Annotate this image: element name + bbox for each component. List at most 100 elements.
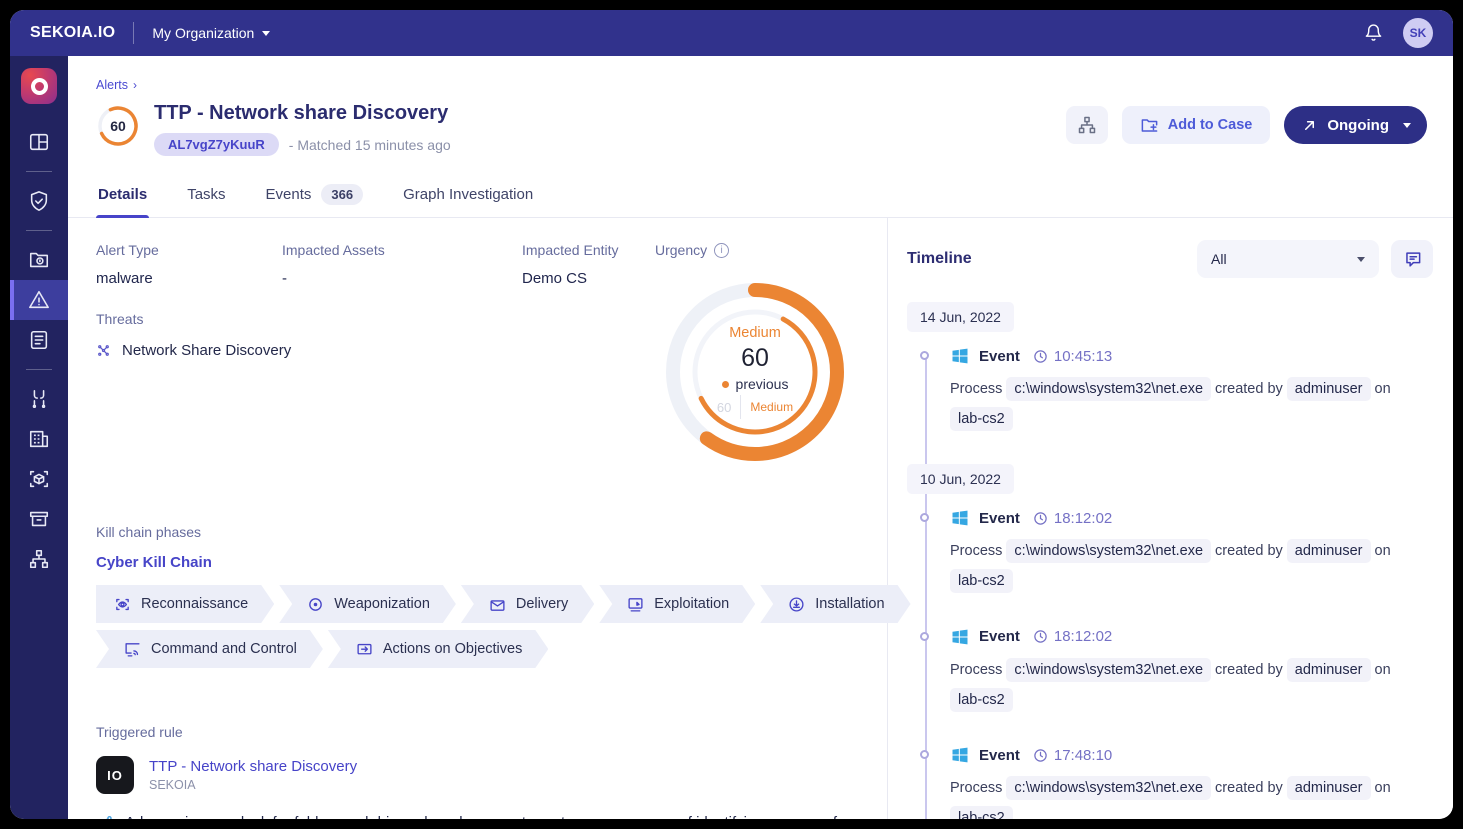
user-chip[interactable]: adminuser (1287, 539, 1371, 563)
clock-icon (1033, 349, 1048, 364)
urgency-previous-level: Medium (750, 400, 793, 414)
timeline-title: Timeline (907, 250, 972, 268)
sidebar-item-intelligence[interactable] (10, 240, 68, 280)
killchain-name-link[interactable]: Cyber Kill Chain (96, 554, 867, 571)
sidebar-item-intakes[interactable] (10, 379, 68, 419)
timeline-body: 14 Jun, 2022 Event 10:4 (898, 302, 1433, 819)
threat-list-item[interactable]: Network Share Discovery (96, 342, 655, 359)
killchain-phase-actions-on-objectives[interactable]: Actions on Objectives (328, 630, 548, 668)
triggered-rule-section: Triggered rule IO TTP - Network share Di… (96, 724, 867, 819)
exploitation-monitor-icon (627, 596, 644, 613)
timeline-event[interactable]: Event 10:45:13 Process c:\windows\s (907, 346, 1433, 434)
process-path-chip[interactable]: c:\windows\system32\net.exe (1006, 377, 1211, 401)
comments-button[interactable] (1391, 240, 1433, 278)
sidebar-item-alerts[interactable] (10, 280, 68, 320)
user-chip[interactable]: adminuser (1287, 377, 1371, 401)
tab-events[interactable]: Events 366 (264, 176, 366, 217)
impacted-entity-label: Impacted Entity (522, 242, 655, 258)
process-path-chip[interactable]: c:\windows\system32\net.exe (1006, 658, 1211, 682)
comment-icon (1403, 250, 1422, 269)
archive-box-icon (28, 508, 50, 530)
process-path-chip[interactable]: c:\windows\system32\net.exe (1006, 539, 1211, 563)
timeline-event[interactable]: Event 18:12:02 Process c:\windows\s (907, 508, 1433, 596)
shield-check-icon (28, 190, 50, 212)
urgency-widget: Urgency i (655, 242, 867, 472)
screen-frame: SEKOIA.IO My Organization SK (0, 0, 1463, 829)
organization-building-icon (28, 428, 50, 450)
timeline-event[interactable]: Event 18:12:02 Process c:\windows\s (907, 627, 1433, 715)
rule-description: Adversaries may look for folders and dri… (125, 812, 837, 819)
killchain-phase-weaponization[interactable]: Weaponization (279, 585, 456, 623)
sekoia-logo[interactable] (21, 68, 57, 104)
event-label: Event (979, 510, 1020, 527)
info-icon[interactable]: i (714, 243, 729, 258)
host-chip[interactable]: lab-cs2 (950, 688, 1013, 712)
tab-graph-investigation[interactable]: Graph Investigation (401, 176, 535, 217)
breadcrumb-alerts-link[interactable]: Alerts (96, 78, 128, 92)
alert-type-value: malware (96, 270, 282, 287)
clock-icon (1033, 511, 1048, 526)
tab-bar: Details Tasks Events 366 Graph Investiga… (68, 176, 1453, 218)
page-title: TTP - Network share Discovery (154, 102, 1066, 125)
intelligence-folder-icon (28, 249, 50, 271)
page-header: Alerts › 60 TTP - Network share Discover… (68, 56, 1453, 156)
tab-tasks[interactable]: Tasks (185, 176, 227, 217)
add-to-case-label: Add to Case (1168, 117, 1253, 133)
timeline-group: 14 Jun, 2022 Event 10:4 (907, 302, 1433, 434)
urgency-level: Medium (729, 325, 781, 341)
sidebar-item-network[interactable] (10, 539, 68, 579)
details-panel: Alert Type malware Impacted Assets - Imp… (68, 218, 887, 819)
sidebar-item-sandbox[interactable] (10, 459, 68, 499)
sidebar-item-dashboard[interactable] (10, 122, 68, 162)
killchain-phase-delivery[interactable]: Delivery (461, 585, 594, 623)
notifications-bell-icon[interactable] (1364, 23, 1383, 43)
timeline-date-chip: 14 Jun, 2022 (907, 302, 1014, 332)
host-chip[interactable]: lab-cs2 (950, 569, 1013, 593)
tab-details-label: Details (98, 186, 147, 203)
user-chip[interactable]: adminuser (1287, 658, 1371, 682)
killchain-phase-installation[interactable]: Installation (760, 585, 910, 623)
actions-objectives-icon (356, 641, 373, 658)
windows-logo-icon (950, 508, 970, 528)
process-label: Process (950, 662, 1002, 678)
alert-id-pill[interactable]: AL7vgZ7yKuuR (154, 133, 279, 156)
graph-view-button[interactable] (1066, 106, 1108, 144)
event-label: Event (979, 747, 1020, 764)
host-chip[interactable]: lab-cs2 (950, 806, 1013, 819)
killchain-phase-command-and-control[interactable]: Command and Control (96, 630, 323, 668)
organization-switcher[interactable]: My Organization (152, 25, 270, 41)
sekoia-rule-logo: IO (96, 756, 134, 794)
killchain-phase-exploitation[interactable]: Exploitation (599, 585, 755, 623)
divider (740, 395, 741, 419)
timeline-date-chip: 10 Jun, 2022 (907, 464, 1014, 494)
rule-name-link[interactable]: TTP - Network share Discovery (149, 758, 357, 775)
sidebar-divider (26, 171, 52, 172)
sidebar-divider (26, 369, 52, 370)
timeline-filter-select[interactable]: All (1197, 240, 1379, 278)
sidebar-item-archive[interactable] (10, 499, 68, 539)
process-path-chip[interactable]: c:\windows\system32\net.exe (1006, 776, 1211, 800)
timeline-group: 10 Jun, 2022 Event 18:1 (907, 464, 1433, 819)
host-chip[interactable]: lab-cs2 (950, 407, 1013, 431)
dashboard-icon (28, 131, 50, 153)
share-network-icon (96, 814, 113, 819)
sidebar-item-rules[interactable] (10, 320, 68, 360)
status-ongoing-button[interactable]: Ongoing (1284, 106, 1427, 144)
tab-graph-investigation-label: Graph Investigation (403, 186, 533, 203)
chevron-down-icon (1403, 123, 1411, 128)
user-avatar[interactable]: SK (1403, 18, 1433, 48)
add-to-case-button[interactable]: Add to Case (1122, 106, 1271, 144)
killchain-phase-reconnaissance[interactable]: Reconnaissance (96, 585, 274, 623)
phase-label: Command and Control (151, 641, 297, 657)
timeline-event[interactable]: Event 17:48:10 Process c:\windows\s (907, 745, 1433, 819)
user-chip[interactable]: adminuser (1287, 776, 1371, 800)
process-label: Process (950, 780, 1002, 796)
brand-logo-text: SEKOIA.IO (30, 24, 115, 42)
tab-details[interactable]: Details (96, 176, 149, 217)
timeline-panel: Timeline All (887, 218, 1453, 819)
logo-ring (31, 78, 48, 95)
status-label: Ongoing (1327, 117, 1389, 134)
chevron-down-icon (262, 31, 270, 36)
sidebar-item-security[interactable] (10, 181, 68, 221)
sidebar-item-organization[interactable] (10, 419, 68, 459)
